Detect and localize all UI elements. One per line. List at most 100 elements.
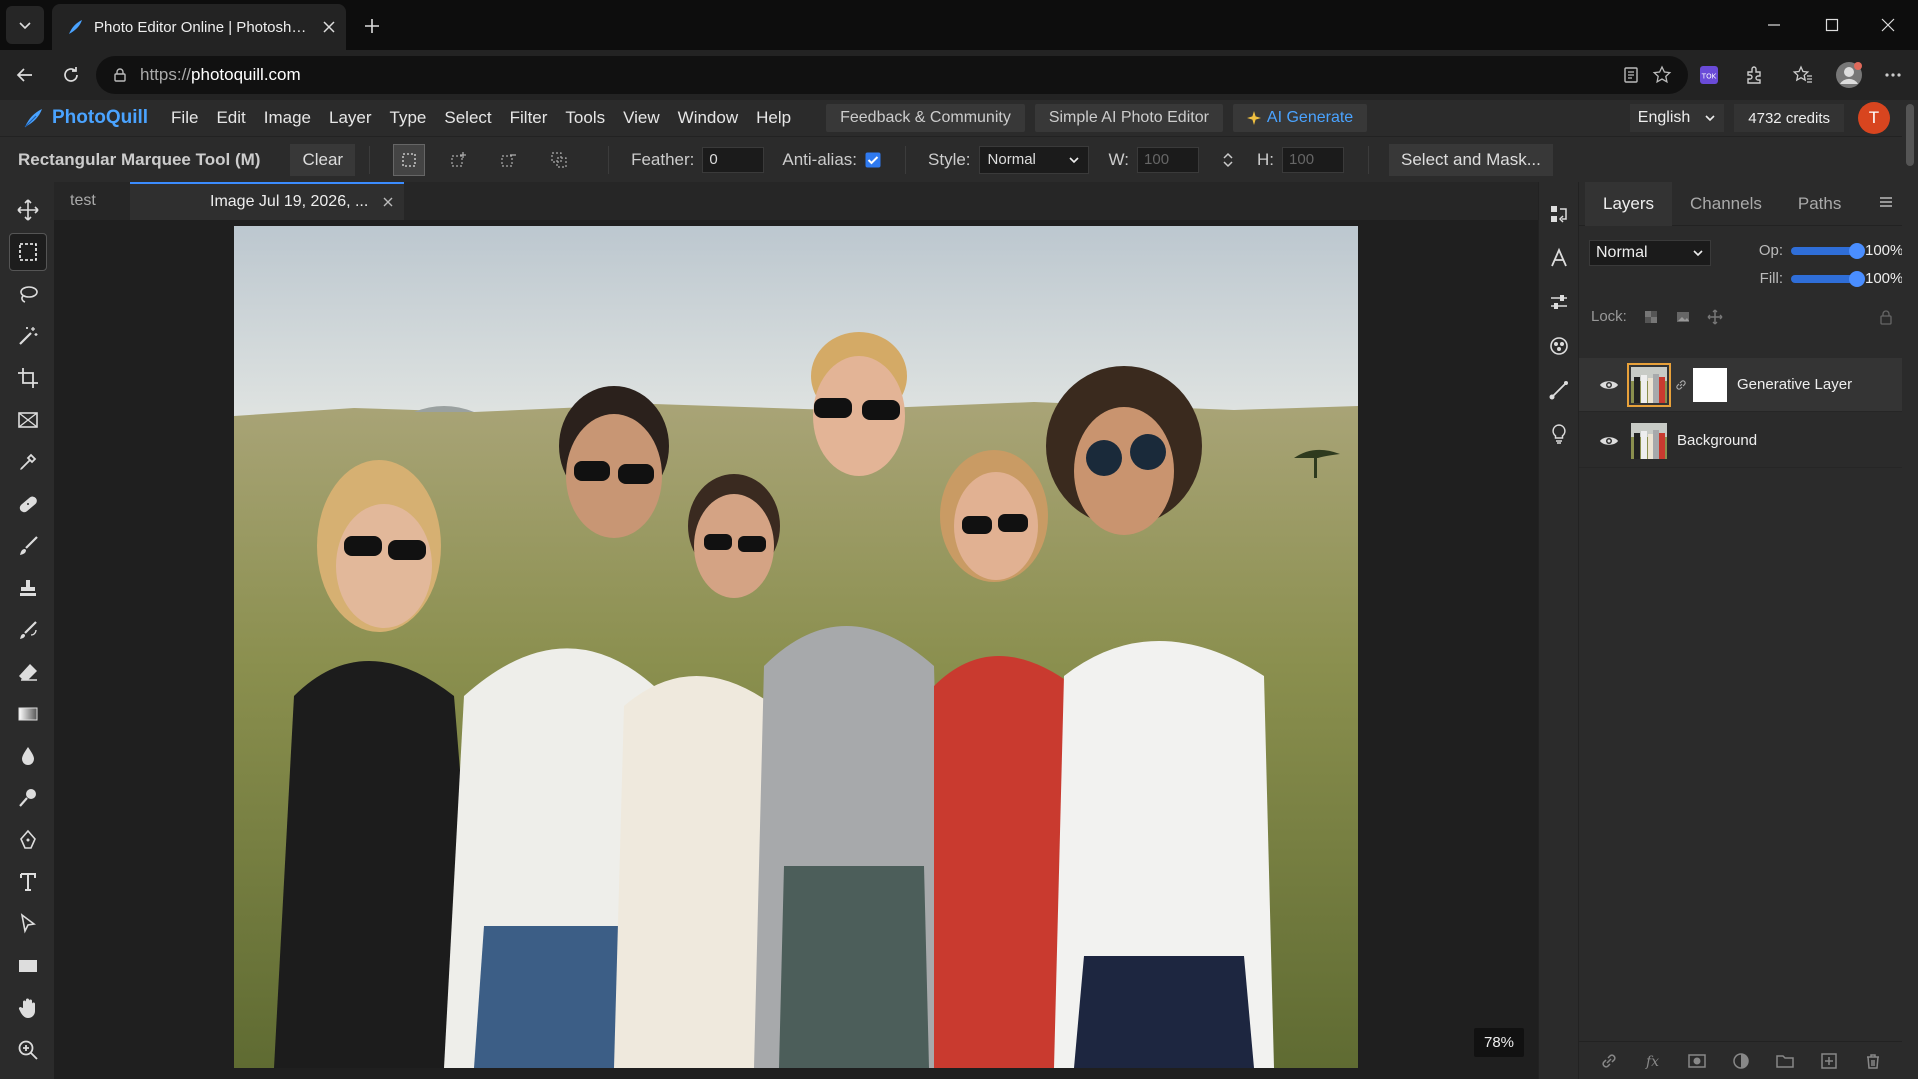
document-tab-image[interactable]: Image Jul 19, 2026, ... — [130, 182, 404, 220]
profile-icon[interactable] — [1834, 60, 1864, 90]
tab-list-button[interactable] — [6, 6, 44, 44]
layer-visibility-toggle[interactable] — [1597, 434, 1621, 448]
feather-input[interactable] — [702, 146, 765, 173]
document-tab-test[interactable]: test — [54, 182, 130, 220]
tab-paths[interactable]: Paths — [1780, 182, 1859, 226]
scrollbar-thumb[interactable] — [1906, 104, 1914, 166]
history-brush-tool[interactable] — [10, 612, 46, 648]
frame-tool[interactable] — [10, 402, 46, 438]
window-minimize-button[interactable] — [1756, 8, 1792, 42]
trash-icon[interactable] — [1863, 1051, 1883, 1071]
lock-position-icon[interactable] — [1707, 309, 1723, 325]
swap-dimensions-button[interactable] — [1213, 145, 1243, 175]
eraser-tool[interactable] — [10, 654, 46, 690]
more-options-icon[interactable] — [1878, 60, 1908, 90]
layer-row-generative[interactable]: Generative Layer — [1579, 358, 1903, 412]
avatar[interactable]: T — [1858, 102, 1890, 134]
gradient-tool[interactable] — [10, 696, 46, 732]
selection-mode-add[interactable] — [444, 145, 474, 175]
link-layers-icon[interactable] — [1599, 1051, 1619, 1071]
height-input[interactable] — [1282, 146, 1345, 173]
adjustments-panel-button[interactable] — [1545, 288, 1573, 316]
lock-image-icon[interactable] — [1675, 309, 1691, 325]
brand-logo[interactable]: PhotoQuill — [0, 107, 162, 129]
window-maximize-button[interactable] — [1814, 8, 1850, 42]
character-panel-button[interactable] — [1545, 244, 1573, 272]
extension-icon[interactable]: TOK — [1694, 60, 1724, 90]
menu-file[interactable]: File — [162, 100, 207, 136]
opacity-slider-handle[interactable] — [1849, 242, 1865, 259]
dodge-tool[interactable] — [10, 780, 46, 816]
rectangular-marquee-tool[interactable] — [9, 233, 47, 271]
crop-tool[interactable] — [10, 360, 46, 396]
reader-mode-icon[interactable] — [1622, 66, 1640, 84]
simple-ai-editor-button[interactable]: Simple AI Photo Editor — [1034, 104, 1223, 132]
menu-help[interactable]: Help — [747, 100, 800, 136]
panel-menu-button[interactable] — [1878, 194, 1894, 210]
menu-view[interactable]: View — [614, 100, 669, 136]
blend-mode-select[interactable]: Normal — [1589, 240, 1711, 266]
add-mask-icon[interactable] — [1687, 1051, 1707, 1071]
canvas-image[interactable] — [234, 226, 1358, 1068]
layer-row-background[interactable]: Background — [1579, 414, 1903, 468]
fill-slider[interactable] — [1791, 270, 1865, 287]
type-tool[interactable] — [10, 864, 46, 900]
layer-mask-thumbnail[interactable] — [1693, 367, 1727, 402]
page-scrollbar[interactable] — [1902, 100, 1918, 1079]
info-panel-button[interactable] — [1545, 420, 1573, 448]
menu-window[interactable]: Window — [669, 100, 747, 136]
credits-badge[interactable]: 4732 credits — [1734, 104, 1844, 132]
fx-icon[interactable]: fx — [1643, 1051, 1663, 1071]
selection-mode-intersect[interactable] — [544, 145, 574, 175]
language-select[interactable]: English — [1629, 104, 1725, 132]
window-close-button[interactable] — [1870, 8, 1906, 42]
brushes-panel-button[interactable] — [1545, 376, 1573, 404]
menu-layer[interactable]: Layer — [320, 100, 381, 136]
new-layer-icon[interactable] — [1819, 1051, 1839, 1071]
move-tool[interactable] — [10, 192, 46, 228]
pen-tool[interactable] — [10, 822, 46, 858]
width-input[interactable] — [1137, 146, 1200, 173]
healing-brush-tool[interactable] — [10, 486, 46, 522]
extensions-puzzle-icon[interactable] — [1740, 60, 1770, 90]
antialias-checkbox[interactable] — [865, 152, 881, 168]
star-icon[interactable] — [1652, 65, 1672, 85]
zoom-tool[interactable] — [10, 1032, 46, 1068]
close-icon[interactable] — [322, 20, 336, 34]
folder-icon[interactable] — [1775, 1051, 1795, 1071]
style-select[interactable]: Normal — [978, 145, 1089, 174]
canvas-area[interactable]: 78% — [54, 220, 1538, 1079]
brush-tool[interactable] — [10, 528, 46, 564]
tab-channels[interactable]: Channels — [1672, 182, 1780, 226]
magic-wand-tool[interactable] — [10, 318, 46, 354]
menu-edit[interactable]: Edit — [207, 100, 254, 136]
clone-stamp-tool[interactable] — [10, 570, 46, 606]
favorites-icon[interactable] — [1788, 60, 1818, 90]
select-and-mask-button[interactable]: Select and Mask... — [1389, 143, 1553, 176]
selection-mode-subtract[interactable] — [494, 145, 524, 175]
zoom-level[interactable]: 78% — [1474, 1028, 1525, 1057]
rectangle-shape-tool[interactable] — [10, 948, 46, 984]
browser-tab-active[interactable]: Photo Editor Online | Photoshop A — [52, 4, 346, 50]
reload-button[interactable] — [54, 58, 88, 92]
adjustment-layer-icon[interactable] — [1731, 1051, 1751, 1071]
layer-visibility-toggle[interactable] — [1597, 378, 1621, 392]
menu-tools[interactable]: Tools — [556, 100, 614, 136]
menu-select[interactable]: Select — [435, 100, 500, 136]
feedback-community-button[interactable]: Feedback & Community — [826, 104, 1025, 132]
history-panel-button[interactable] — [1545, 200, 1573, 228]
lasso-tool[interactable] — [10, 276, 46, 312]
blur-tool[interactable] — [10, 738, 46, 774]
fill-slider-handle[interactable] — [1849, 270, 1865, 287]
close-icon[interactable] — [382, 196, 394, 208]
selection-mode-new[interactable] — [393, 143, 426, 176]
opacity-slider[interactable] — [1791, 242, 1865, 259]
hand-tool[interactable] — [10, 990, 46, 1026]
url-field[interactable]: https://photoquill.com — [96, 56, 1688, 94]
back-button[interactable] — [8, 58, 42, 92]
eyedropper-tool[interactable] — [10, 444, 46, 480]
menu-filter[interactable]: Filter — [501, 100, 557, 136]
clear-button[interactable]: Clear — [290, 143, 356, 176]
path-selection-tool[interactable] — [10, 906, 46, 942]
menu-image[interactable]: Image — [255, 100, 320, 136]
